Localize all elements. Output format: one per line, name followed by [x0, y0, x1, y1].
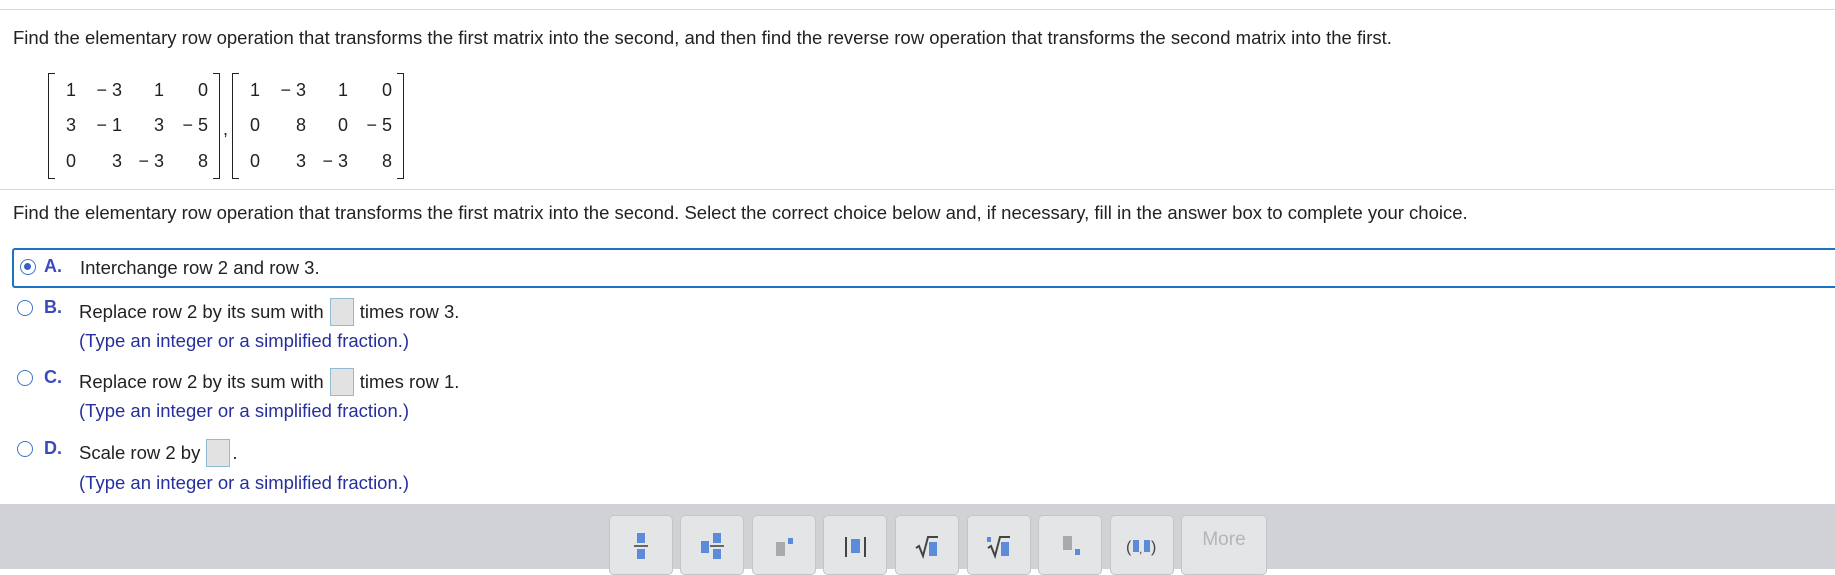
ordered-pair-button[interactable]: ( , )	[1110, 515, 1174, 575]
svg-text:): )	[1151, 539, 1156, 556]
nth-root-button[interactable]	[967, 515, 1031, 575]
matrix-cell: 1	[65, 80, 76, 100]
choice-a-letter: A.	[44, 256, 62, 276]
choice-d-text-after: .	[232, 442, 238, 463]
matrix-cell: 0	[197, 80, 208, 100]
choice-a[interactable]: A. Interchange row 2 and row 3.	[12, 248, 1835, 288]
matrix-cell: 8	[382, 150, 393, 171]
subscript-icon	[1063, 536, 1080, 555]
matrix-cell: − 3	[322, 150, 349, 171]
matrix-cell: 0	[250, 115, 261, 136]
absolute-value-icon	[845, 537, 866, 557]
matrix-cell: − 1	[96, 115, 122, 136]
matrix-separator: ,	[223, 118, 229, 139]
choice-b-text-after: times row 3.	[359, 301, 460, 322]
svg-text:(: (	[1126, 539, 1132, 556]
matrix-cell: − 3	[96, 80, 122, 100]
choice-c[interactable]: C. Replace row 2 by its sum with times r…	[12, 366, 612, 426]
choice-c-text-after: times row 1.	[359, 371, 460, 392]
matrix-cell: 0	[382, 80, 393, 100]
square-root-button[interactable]	[895, 515, 959, 575]
matrices: 1 − 3 1 0 3 − 1 3 − 5 0 3 − 3 8 , 1 − 3 1 0 0 8 0 − 5 0 3 − 3…	[48, 73, 405, 179]
matrix-cell: 1	[153, 80, 164, 100]
matrix-cell: 8	[197, 150, 208, 171]
exponent-icon	[776, 538, 793, 556]
matrix-cell: 1	[338, 80, 349, 100]
choice-d-answer-box[interactable]	[206, 439, 231, 467]
svg-text:,: ,	[1139, 542, 1142, 556]
choice-d-hint: (Type an integer or a simplified fractio…	[79, 472, 410, 493]
matrix-cell: 3	[65, 115, 76, 136]
mixed-number-icon	[701, 533, 724, 559]
mixed-number-button[interactable]	[680, 515, 744, 575]
choice-d-letter: D.	[44, 438, 62, 458]
choice-c-letter: C.	[44, 367, 62, 387]
matrix-cell: − 5	[182, 115, 208, 136]
choice-d[interactable]: D. Scale row 2 by . (Type an integer or …	[12, 437, 612, 497]
choice-c-text-before: Replace row 2 by its sum with	[79, 371, 324, 392]
radio-choice-c[interactable]	[17, 370, 33, 386]
choice-c-text: Replace row 2 by its sum with times row …	[79, 367, 459, 397]
choice-c-hint: (Type an integer or a simplified fractio…	[79, 400, 410, 421]
fraction-icon	[634, 533, 648, 559]
radio-choice-d[interactable]	[17, 441, 33, 457]
exponent-button[interactable]	[752, 515, 816, 575]
matrix-cell: 3	[153, 115, 164, 136]
square-root-icon	[915, 536, 938, 560]
matrix-cell: − 3	[280, 80, 307, 100]
choice-b-answer-box[interactable]	[329, 298, 354, 326]
ordered-pair-icon: ( , )	[1126, 539, 1156, 556]
matrix-second: 1 − 3 1 0 0 8 0 − 5 0 3 − 3 8	[232, 73, 405, 179]
subscript-button[interactable]	[1038, 515, 1102, 575]
radio-choice-a[interactable]	[20, 259, 36, 275]
choice-b-hint: (Type an integer or a simplified fractio…	[79, 330, 410, 351]
choice-b-text: Replace row 2 by its sum with times row …	[79, 297, 459, 327]
matrix-cell: − 5	[366, 115, 393, 136]
matrix-cell: 0	[65, 150, 76, 171]
part-instruction: Find the elementary row operation that t…	[13, 202, 1468, 223]
choice-d-text: Scale row 2 by .	[79, 438, 237, 468]
matrix-cell: 0	[338, 115, 349, 136]
matrix-first: 1 − 3 1 0 3 − 1 3 − 5 0 3 − 3 8	[48, 73, 220, 179]
choice-d-text-before: Scale row 2 by	[79, 442, 201, 463]
choice-b-text-before: Replace row 2 by its sum with	[79, 301, 324, 322]
matrix-cell: 8	[296, 115, 307, 136]
matrix-cell: − 3	[138, 150, 164, 171]
matrix-cell: 1	[250, 80, 261, 100]
question-prompt: Find the elementary row operation that t…	[13, 27, 1392, 48]
matrix-cell: 0	[250, 150, 261, 171]
choice-a-text: Interchange row 2 and row 3.	[80, 257, 320, 278]
section-divider	[0, 189, 1835, 190]
choice-b[interactable]: B. Replace row 2 by its sum with times r…	[12, 296, 612, 356]
fraction-button[interactable]	[609, 515, 673, 575]
radio-choice-b[interactable]	[17, 300, 33, 316]
matrix-cell: 3	[111, 150, 122, 171]
choice-b-letter: B.	[44, 297, 62, 317]
top-divider	[0, 9, 1835, 10]
more-button[interactable]: More	[1181, 515, 1267, 575]
math-toolbar: ( , ) More	[0, 504, 1835, 575]
absolute-value-button[interactable]	[823, 515, 887, 575]
nth-root-icon	[987, 536, 1010, 560]
choice-c-answer-box[interactable]	[329, 368, 354, 396]
matrix-cell: 3	[296, 150, 307, 171]
